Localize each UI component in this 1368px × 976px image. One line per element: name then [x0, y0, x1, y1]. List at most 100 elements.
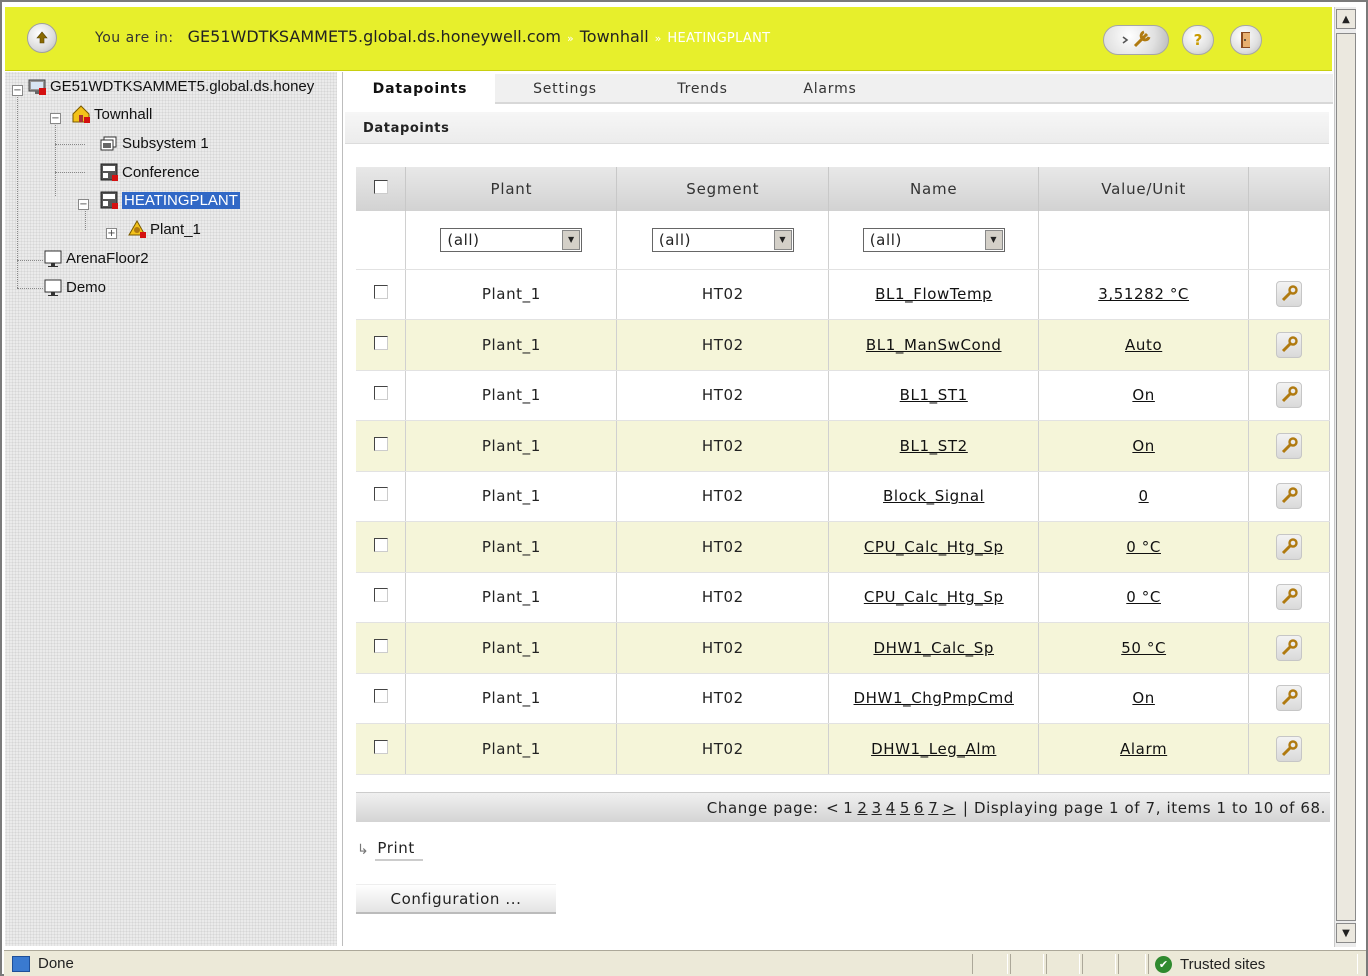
filter-cell [1248, 211, 1330, 270]
name-filter-select[interactable]: (all) ▼ [862, 227, 1005, 252]
column-header-name[interactable]: Name [828, 167, 1040, 211]
row-checkbox[interactable] [373, 689, 388, 704]
datapoint-value-link[interactable]: On [1132, 689, 1155, 707]
expand-toggle[interactable]: + [106, 228, 117, 239]
row-checkbox[interactable] [373, 588, 388, 603]
datapoint-name-link[interactable]: BL1_ST2 [900, 437, 968, 455]
collapse-toggle[interactable]: − [78, 199, 89, 210]
edit-wrench-button[interactable] [1276, 331, 1303, 358]
edit-wrench-button[interactable] [1276, 584, 1303, 611]
column-header-value[interactable]: Value/Unit [1038, 167, 1250, 211]
tree-item-arena[interactable]: ArenaFloor2 [43, 248, 149, 268]
edit-wrench-button[interactable] [1276, 382, 1303, 409]
collapse-toggle[interactable]: − [50, 113, 61, 124]
datapoint-value-link[interactable]: 0 °C [1126, 538, 1161, 556]
segment-cell: HT02 [616, 471, 830, 522]
plant-alarm-icon [127, 219, 147, 239]
row-checkbox[interactable] [373, 537, 388, 552]
row-checkbox[interactable] [373, 436, 388, 451]
edit-wrench-button[interactable] [1276, 281, 1303, 308]
table-row: Plant_1 HT02 CPU_Calc_Htg_Sp 0 °C [356, 572, 1330, 623]
tree-item-conference[interactable]: Conference [99, 162, 200, 182]
datapoint-value-link[interactable]: 0 [1139, 487, 1149, 505]
datapoint-name-link[interactable]: DHW1_ChgPmpCmd [854, 689, 1014, 707]
row-checkbox[interactable] [373, 386, 388, 401]
datapoint-name-link[interactable]: Block_Signal [883, 487, 984, 505]
breadcrumb-label: You are in: [95, 30, 174, 46]
tree-item-townhall[interactable]: Townhall [71, 104, 152, 124]
edit-wrench-button[interactable] [1276, 483, 1303, 510]
zone-pane: ✔ Trusted sites [1148, 954, 1358, 974]
tab-datapoints[interactable]: Datapoints [345, 74, 495, 104]
tab-trends[interactable]: Trends [635, 74, 770, 104]
breadcrumb-townhall[interactable]: Townhall [580, 27, 649, 46]
server-alarm-icon [27, 76, 47, 96]
breadcrumb-server[interactable]: GE51WDTKSAMMET5.global.ds.honeywell.com [188, 27, 561, 46]
tree-item-heatingplant[interactable]: HEATINGPLANT [99, 190, 240, 210]
configuration-button[interactable]: Configuration ... [356, 884, 556, 914]
segment-filter-select[interactable]: (all) ▼ [651, 227, 794, 252]
wrench-icon [1281, 689, 1298, 706]
datapoint-name-link[interactable]: DHW1_Calc_Sp [873, 639, 994, 657]
home-button[interactable] [27, 23, 57, 53]
tab-label: Datapoints [372, 81, 468, 97]
pager-page-link[interactable]: 4 [886, 799, 896, 817]
edit-wrench-button[interactable] [1276, 735, 1303, 762]
collapse-toggle[interactable]: − [12, 85, 23, 96]
datapoint-value-link[interactable]: Alarm [1120, 740, 1167, 758]
pager-page-link[interactable]: 6 [914, 799, 924, 817]
tab-label: Settings [533, 81, 597, 97]
pager-page-link[interactable]: 2 [857, 799, 867, 817]
datapoint-name-link[interactable]: BL1_FlowTemp [875, 285, 992, 303]
pager-page-link[interactable]: 7 [928, 799, 938, 817]
datapoint-value-link[interactable]: 0 °C [1126, 588, 1161, 606]
plant-filter-select[interactable]: (all) ▼ [440, 227, 583, 252]
row-checkbox[interactable] [373, 335, 388, 350]
tab-settings[interactable]: Settings [495, 74, 635, 104]
help-button[interactable]: ? [1182, 25, 1214, 55]
pager-page-link[interactable]: 3 [872, 799, 882, 817]
row-checkbox[interactable] [373, 739, 388, 754]
edit-wrench-button[interactable] [1276, 533, 1303, 560]
logout-button[interactable] [1230, 25, 1262, 55]
datapoint-value-link[interactable]: Auto [1125, 336, 1162, 354]
column-header-segment[interactable]: Segment [616, 167, 830, 211]
filter-cell [356, 211, 407, 270]
breadcrumb: You are in: GE51WDTKSAMMET5.global.ds.ho… [95, 27, 770, 46]
segment-cell: HT02 [616, 319, 830, 371]
datapoint-name-link[interactable]: DHW1_Leg_Alm [871, 740, 996, 758]
datapoint-value-link[interactable]: On [1132, 386, 1155, 404]
select-all-checkbox[interactable] [373, 180, 388, 194]
pager-page-link[interactable]: 5 [900, 799, 910, 817]
datapoint-value-link[interactable]: 50 °C [1121, 639, 1166, 657]
tree-item-subsystem[interactable]: Subsystem 1 [99, 133, 209, 153]
filter-cell: (all) ▼ [405, 211, 618, 270]
tree-item-demo[interactable]: Demo [43, 277, 106, 297]
value-cell: On [1038, 370, 1250, 421]
pager-next-link[interactable]: > [942, 799, 955, 817]
tab-alarms[interactable]: Alarms [770, 74, 890, 104]
tools-button[interactable] [1103, 25, 1169, 55]
tree-item-server[interactable]: GE51WDTKSAMMET5.global.ds.honey [27, 76, 314, 96]
scroll-thumb[interactable] [1336, 33, 1356, 921]
datapoint-name-link[interactable]: BL1_ManSwCond [866, 336, 1002, 354]
datapoint-name-link[interactable]: BL1_ST1 [900, 386, 968, 404]
row-checkbox[interactable] [373, 638, 388, 653]
vertical-scrollbar[interactable]: ▲ ▼ [1334, 7, 1356, 947]
datapoint-name-link[interactable]: CPU_Calc_Htg_Sp [864, 588, 1004, 606]
scroll-up-button[interactable]: ▲ [1336, 9, 1356, 29]
datapoint-value-link[interactable]: On [1132, 437, 1155, 455]
row-checkbox[interactable] [373, 285, 388, 300]
row-checkbox[interactable] [373, 487, 388, 502]
column-header-plant[interactable]: Plant [405, 167, 618, 211]
edit-wrench-button[interactable] [1276, 634, 1303, 661]
status-pane [1118, 954, 1146, 974]
datapoint-name-link[interactable]: CPU_Calc_Htg_Sp [864, 538, 1004, 556]
datapoint-value-link[interactable]: 3,51282 °C [1098, 285, 1189, 303]
edit-wrench-button[interactable] [1276, 685, 1303, 712]
tree-item-plant[interactable]: Plant_1 [127, 219, 201, 239]
edit-wrench-button[interactable] [1276, 432, 1303, 459]
action-cell [1248, 370, 1330, 421]
scroll-down-button[interactable]: ▼ [1336, 923, 1356, 943]
print-button[interactable]: ↳ Print [357, 836, 423, 864]
